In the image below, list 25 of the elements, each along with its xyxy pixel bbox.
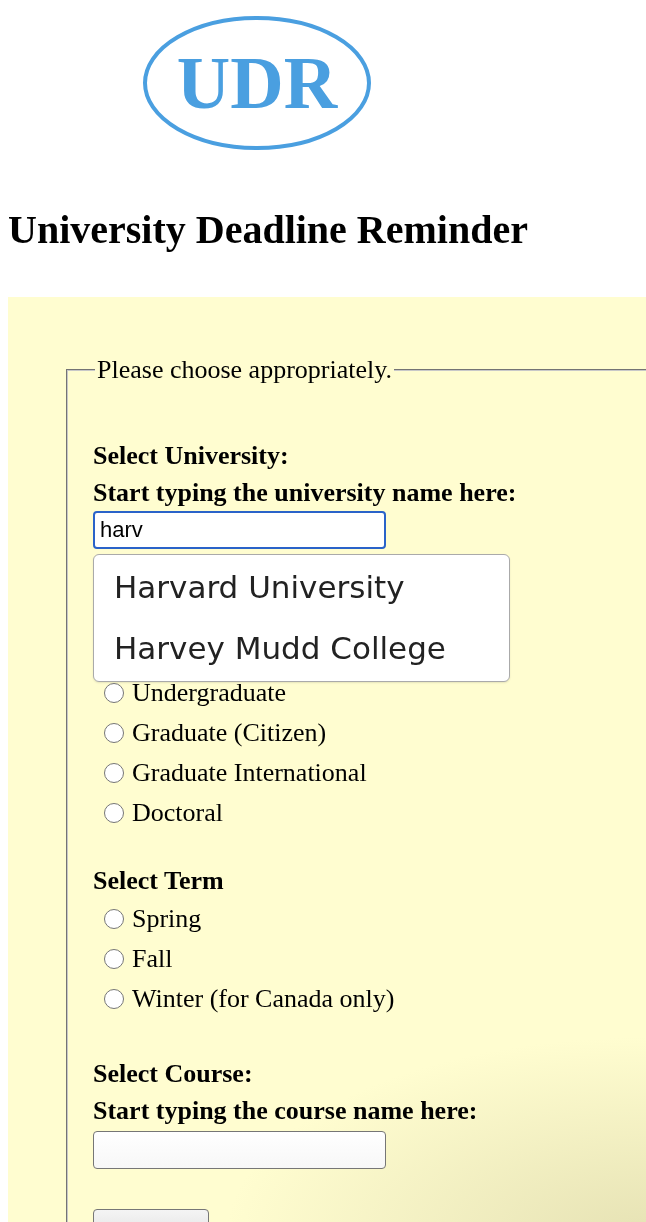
radio-button[interactable]	[104, 763, 124, 783]
section-label: Select Course:	[93, 1058, 253, 1090]
suggestion-item[interactable]: Harvey Mudd College	[94, 618, 446, 679]
option-label: Spring	[132, 903, 202, 935]
legend: Please choose appropriately.	[95, 355, 395, 385]
option-label: Doctoral	[132, 797, 223, 829]
option-label: Graduate (Citizen)	[132, 717, 327, 749]
field-hint: Start typing the university name here:	[93, 477, 517, 509]
input-field[interactable]	[93, 1131, 386, 1169]
option-label: Graduate International	[132, 757, 367, 789]
suggestion-item[interactable]: Harvard University	[94, 557, 405, 618]
page-title: University Deadline Reminder	[7, 206, 529, 254]
radio-button[interactable]	[104, 909, 124, 929]
option-label: Winter (for Canada only)	[132, 983, 395, 1015]
radio-button[interactable]	[104, 989, 124, 1009]
input-field[interactable]: harv	[93, 511, 386, 549]
radio-button[interactable]	[104, 803, 124, 823]
radio-button[interactable]	[104, 949, 124, 969]
section-label: Select University:	[93, 440, 289, 472]
radio-button[interactable]	[104, 723, 124, 743]
option-label: Fall	[132, 943, 173, 975]
option-label: Undergraduate	[132, 677, 286, 709]
field-hint: Start typing the course name here:	[93, 1095, 478, 1127]
radio-button[interactable]	[104, 683, 124, 703]
section-label: Select Term	[93, 865, 224, 897]
